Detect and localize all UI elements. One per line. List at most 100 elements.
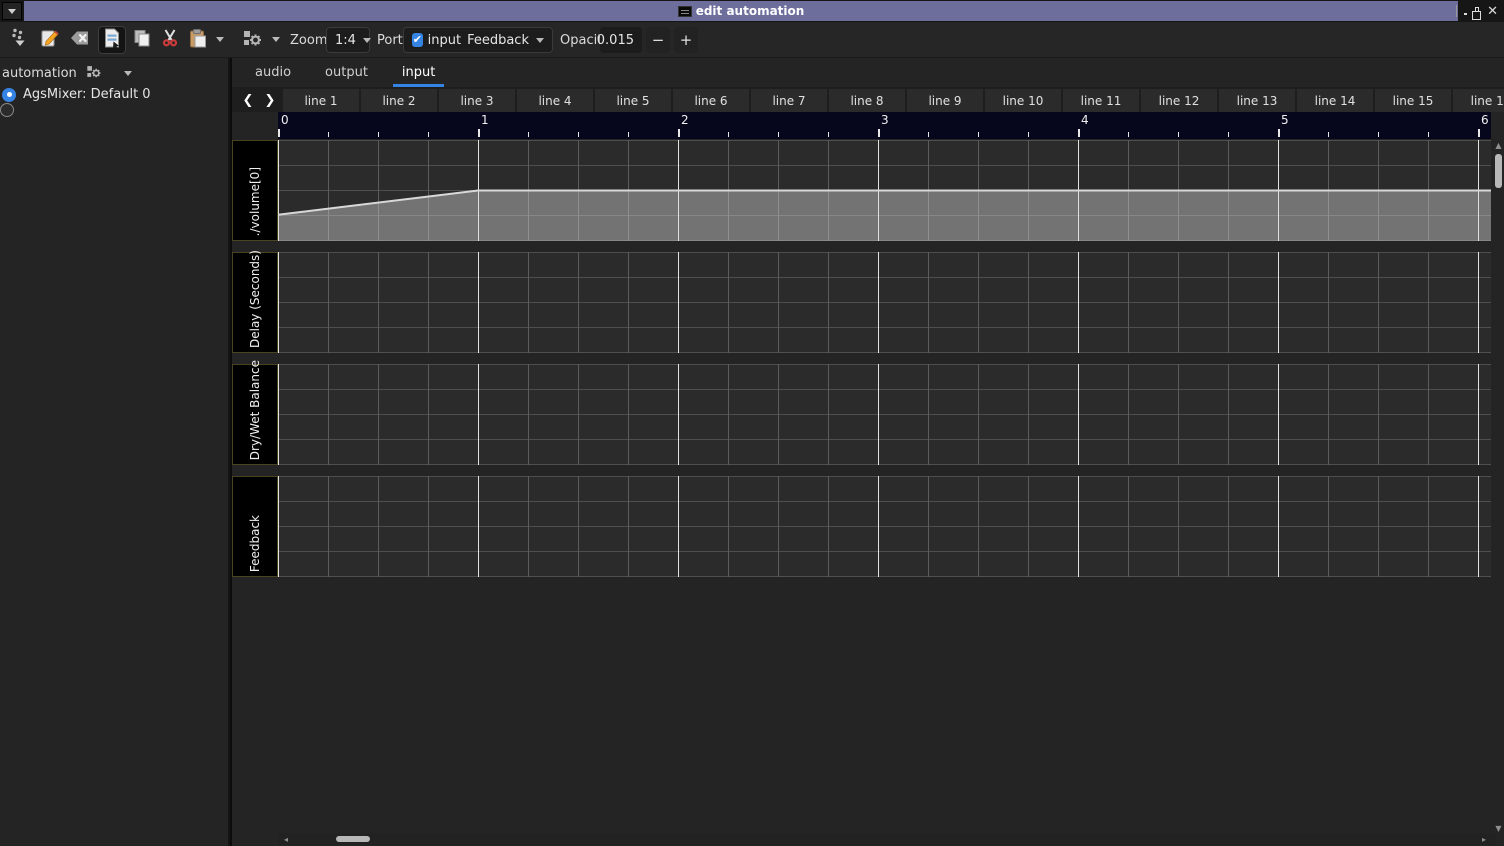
zoom-label: Zoom — [290, 22, 327, 58]
ruler-minor-tick — [578, 132, 579, 137]
line-tab-7[interactable]: line 7 — [751, 89, 827, 112]
ruler-label: 1 — [481, 113, 489, 127]
line-tab-4[interactable]: line 4 — [517, 89, 593, 112]
opacity-value[interactable]: 0.015 — [600, 27, 642, 53]
port-scope: input — [428, 33, 461, 48]
ruler-minor-tick — [1428, 132, 1429, 137]
tab-input[interactable]: input — [385, 58, 452, 87]
scroll-right-arrow-icon[interactable]: ▸ — [1478, 833, 1490, 845]
line-tab-3[interactable]: line 3 — [439, 89, 515, 112]
lane-label-text: Feedback — [248, 515, 262, 572]
line-tabs: line 1line 2line 3line 4line 5line 6line… — [283, 88, 1504, 112]
line-tab-10[interactable]: line 10 — [985, 89, 1061, 112]
line-tab-13[interactable]: line 13 — [1219, 89, 1295, 112]
chevron-down-icon — [536, 38, 544, 43]
opacity-decrease-button[interactable]: − — [646, 27, 670, 53]
line-tab-2[interactable]: line 2 — [361, 89, 437, 112]
tool-popup-button[interactable] — [238, 26, 266, 54]
tool-menu-chevron-icon[interactable] — [272, 37, 280, 42]
scroll-up-arrow-icon[interactable]: ▲ — [1493, 140, 1504, 150]
ruler-major-tick — [878, 129, 880, 137]
machine-menu-chevron-icon[interactable] — [124, 71, 132, 76]
paste-icon — [187, 27, 209, 53]
horizontal-scroll-thumb[interactable] — [336, 836, 370, 842]
vertical-scroll-thumb[interactable] — [1495, 154, 1502, 188]
lane-grid-2[interactable] — [278, 252, 1491, 353]
position-tool-button[interactable] — [6, 26, 34, 54]
opacity-increase-button[interactable]: + — [674, 27, 698, 53]
line-scroll-right-button[interactable]: ❯ — [259, 88, 281, 112]
port-combo[interactable]: ✔ input Feedback — [403, 27, 553, 53]
ruler-label: 4 — [1081, 113, 1089, 127]
edit-tool-button[interactable] — [36, 26, 64, 54]
lane-grid-3[interactable] — [278, 364, 1491, 465]
scroll-left-arrow-icon[interactable]: ◂ — [280, 833, 292, 845]
line-tab-14[interactable]: line 14 — [1297, 89, 1373, 112]
cut-icon — [159, 27, 181, 53]
clear-icon — [69, 27, 91, 53]
ruler-minor-tick — [628, 132, 629, 137]
ruler-minor-tick — [1378, 132, 1379, 137]
port-name: Feedback — [467, 33, 529, 48]
lane-label-2: Delay (Seconds) — [232, 252, 278, 353]
line-tab-11[interactable]: line 11 — [1063, 89, 1139, 112]
ruler-minor-tick — [378, 132, 379, 137]
timeline-ruler[interactable]: 0123456 — [278, 112, 1491, 139]
line-scroll-left-button[interactable]: ❮ — [237, 88, 259, 112]
line-tab-12[interactable]: line 12 — [1141, 89, 1217, 112]
line-tab-6[interactable]: line 6 — [673, 89, 749, 112]
port-label: Port — [377, 22, 403, 58]
paste-tool-button[interactable] — [184, 26, 212, 54]
lane-label-text: Dry/Wet Balance — [248, 360, 262, 460]
cut-tool-button[interactable] — [156, 26, 184, 54]
line-tab-1[interactable]: line 1 — [283, 89, 359, 112]
clear-tool-button[interactable] — [66, 26, 94, 54]
port-checkbox[interactable]: ✔ — [412, 33, 423, 47]
copy-tool-button[interactable] — [128, 26, 156, 54]
lane-label-3: Dry/Wet Balance — [232, 364, 278, 465]
lane-grid-4[interactable] — [278, 476, 1491, 577]
ruler-label: 6 — [1481, 113, 1489, 127]
ruler-label: 5 — [1281, 113, 1289, 127]
line-tab-8[interactable]: line 8 — [829, 89, 905, 112]
automation-curve[interactable] — [278, 140, 1491, 241]
machine-radio-row[interactable]: AgsMixer: Default 0 — [2, 87, 151, 102]
lane-label-1: ./volume[0] — [232, 140, 278, 241]
close-button[interactable]: ✕ — [1487, 5, 1498, 18]
ruler-major-tick — [478, 129, 480, 137]
ruler-minor-tick — [928, 132, 929, 137]
ruler-minor-tick — [428, 132, 429, 137]
ruler-minor-tick — [1228, 132, 1229, 137]
window-menu-button[interactable] — [2, 2, 22, 20]
select-tool-button[interactable] — [98, 26, 126, 54]
line-tab-16[interactable]: line 16 — [1453, 89, 1504, 112]
ruler-minor-tick — [778, 132, 779, 137]
machine-radio-selected[interactable] — [2, 88, 16, 102]
lane-grid-1[interactable] — [278, 140, 1491, 241]
line-tab-15[interactable]: line 15 — [1375, 89, 1451, 112]
vertical-scrollbar[interactable]: ▲ ▼ — [1493, 140, 1504, 833]
scroll-down-arrow-icon[interactable]: ▼ — [1493, 823, 1504, 833]
app-icon — [678, 6, 692, 17]
tab-audio[interactable]: audio — [238, 58, 308, 87]
chevron-down-icon — [363, 38, 371, 43]
line-tab-9[interactable]: line 9 — [907, 89, 983, 112]
machine-selector-icon — [85, 63, 102, 84]
line-tab-5[interactable]: line 5 — [595, 89, 671, 112]
automation-label: automation — [2, 66, 77, 81]
paste-menu-chevron-icon[interactable] — [216, 37, 224, 42]
ruler-major-tick — [278, 129, 280, 137]
titlebar-center: edit automation — [24, 1, 1458, 21]
maximize-button[interactable] — [1475, 7, 1479, 16]
zoom-combo[interactable]: 1:4 — [326, 27, 370, 53]
machine-radio-unselected[interactable] — [0, 103, 14, 117]
minimize-button[interactable] — [1464, 13, 1467, 15]
chevron-down-icon — [8, 9, 16, 14]
horizontal-scrollbar[interactable]: ◂ ▸ — [278, 833, 1496, 845]
toolbar: Zoom 1:4 Port ✔ input Feedback Opacity 0… — [0, 22, 1504, 58]
ruler-major-tick — [1478, 129, 1480, 137]
ruler-minor-tick — [1128, 132, 1129, 137]
ruler-minor-tick — [728, 132, 729, 137]
machine-radio-row-empty[interactable] — [0, 103, 14, 117]
tab-output[interactable]: output — [308, 58, 385, 87]
